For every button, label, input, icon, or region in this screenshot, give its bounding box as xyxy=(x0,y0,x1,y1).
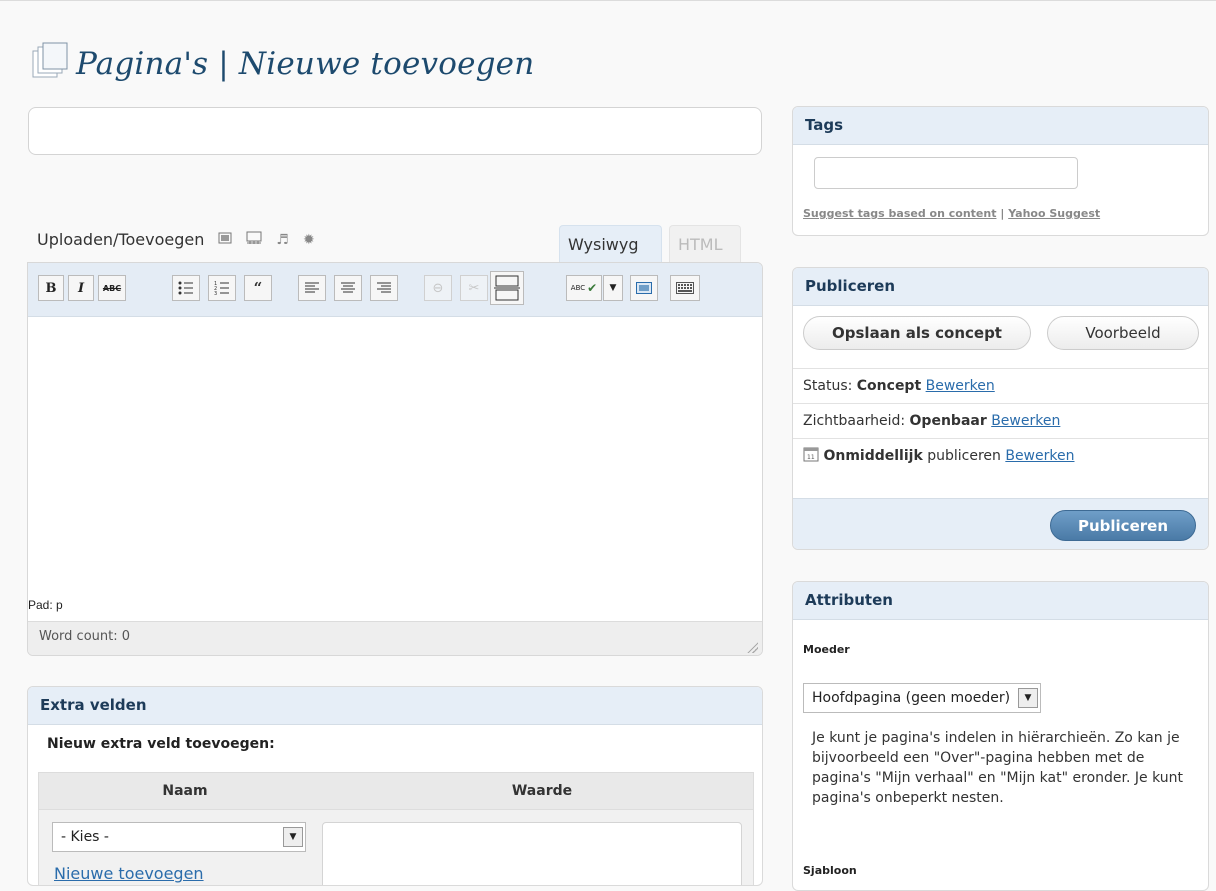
visibility-value: Openbaar xyxy=(909,413,987,429)
parent-select-value: Hoofdpagina (geen moeder) xyxy=(812,690,1011,706)
tag-links-separator: | xyxy=(1000,207,1005,220)
media-buttons: Uploaden/Toevoegen ♬ ✹ xyxy=(37,230,315,249)
tab-wysiwyg[interactable]: Wysiwyg xyxy=(559,225,662,263)
link-icon: ⊖ xyxy=(432,280,444,296)
align-right-button[interactable] xyxy=(370,275,398,301)
insert-link-button[interactable]: ⊖ xyxy=(424,275,452,301)
align-center-icon xyxy=(341,282,355,293)
align-center-button[interactable] xyxy=(334,275,362,301)
numbered-list-icon: 123 xyxy=(214,281,229,295)
field-name-select-value: - Kies - xyxy=(61,829,109,845)
edit-schedule-link[interactable]: Bewerken xyxy=(1005,448,1074,464)
attributes-title: Attributen xyxy=(793,582,1208,620)
upload-insert-label: Uploaden/Toevoegen xyxy=(37,230,205,249)
align-left-icon xyxy=(305,282,319,293)
schedule-row: 11 Onmiddellijk publiceren Bewerken xyxy=(793,438,1208,472)
page-title: Pagina's | Nieuwe toevoegen xyxy=(76,46,535,82)
bullet-list-button[interactable] xyxy=(172,275,200,301)
numbered-list-button[interactable]: 123 xyxy=(208,275,236,301)
fullscreen-icon xyxy=(636,282,652,294)
unlink-icon: ✂ xyxy=(468,280,480,296)
visibility-row: Zichtbaarheid: Openbaar Bewerken xyxy=(793,403,1208,437)
calendar-icon: 11 xyxy=(803,441,819,475)
status-label: Status: xyxy=(803,378,853,394)
top-divider xyxy=(0,0,1216,1)
attributes-box: Attributen Moeder Hoofdpagina (geen moed… xyxy=(792,581,1209,891)
unlink-button[interactable]: ✂ xyxy=(460,275,488,301)
resize-grip-icon[interactable] xyxy=(746,641,758,653)
editor-toolbar: B I ABC 123 “ ⊖ ✂ ABC ✔ ▼ xyxy=(28,263,762,317)
publish-footer: Publiceren xyxy=(793,498,1208,549)
tags-input[interactable] xyxy=(814,157,1078,189)
add-video-icon[interactable] xyxy=(246,231,262,249)
title-input[interactable] xyxy=(28,107,762,155)
status-row: Status: Concept Bewerken xyxy=(793,368,1208,402)
parent-label: Moeder xyxy=(803,643,850,656)
more-tag-icon xyxy=(494,275,520,301)
align-right-icon xyxy=(377,282,391,293)
suggest-tags-link[interactable]: Suggest tags based on content xyxy=(803,207,996,220)
spellcheck-button[interactable]: ABC ✔ xyxy=(566,275,602,301)
template-label: Sjabloon xyxy=(803,864,857,877)
kitchen-sink-icon xyxy=(676,282,694,294)
blockquote-button[interactable]: “ xyxy=(244,275,272,301)
tags-box: Tags Suggest tags based on content | Yah… xyxy=(792,106,1209,236)
word-count: Word count: 0 xyxy=(39,629,131,644)
fullscreen-button[interactable] xyxy=(630,275,658,301)
save-draft-button[interactable]: Opslaan als concept xyxy=(803,316,1031,350)
tags-title: Tags xyxy=(793,107,1208,145)
visibility-label: Zichtbaarheid: xyxy=(803,413,906,429)
parent-select[interactable]: Hoofdpagina (geen moeder) ▼ xyxy=(803,683,1041,713)
chevron-down-icon: ▼ xyxy=(1018,688,1038,708)
schedule-value: Onmiddellijk xyxy=(823,448,923,464)
status-value: Concept xyxy=(856,378,922,394)
publish-box: Publiceren Opslaan als concept Voorbeeld… xyxy=(792,267,1209,550)
add-media-icon[interactable]: ✹ xyxy=(303,232,315,248)
bullet-list-icon xyxy=(178,281,193,295)
page-header: Pagina's | Nieuwe toevoegen xyxy=(30,34,534,94)
editor-path: Pad: p xyxy=(28,598,63,612)
pages-icon xyxy=(30,42,70,86)
publish-button[interactable]: Publiceren xyxy=(1050,510,1196,541)
preview-button[interactable]: Voorbeeld xyxy=(1047,316,1199,350)
svg-text:11: 11 xyxy=(807,454,815,461)
field-value-textarea[interactable] xyxy=(322,822,742,885)
kitchen-sink-button[interactable] xyxy=(670,275,700,301)
publish-title: Publiceren xyxy=(793,268,1208,306)
chevron-down-icon: ▼ xyxy=(609,283,617,293)
quote-icon: “ xyxy=(253,279,263,297)
bold-button[interactable]: B xyxy=(38,275,64,301)
italic-button[interactable]: I xyxy=(68,275,94,301)
spellcheck-dropdown[interactable]: ▼ xyxy=(603,275,623,301)
col-value-header: Waarde xyxy=(511,783,573,799)
strikethrough-button[interactable]: ABC xyxy=(98,275,126,301)
schedule-suffix: publiceren xyxy=(927,448,1001,464)
custom-fields-box: Extra velden Nieuw extra veld toevoegen:… xyxy=(27,686,763,886)
col-name-header: Naam xyxy=(162,783,208,799)
custom-fields-table: Naam Waarde - Kies - ▼ Nieuwe toevoegen xyxy=(38,772,754,885)
custom-fields-title: Extra velden xyxy=(28,687,762,725)
custom-fields-header: Naam Waarde xyxy=(39,773,753,810)
custom-fields-subtitle: Nieuw extra veld toevoegen: xyxy=(47,736,275,752)
edit-status-link[interactable]: Bewerken xyxy=(926,378,995,394)
align-left-button[interactable] xyxy=(298,275,326,301)
content-editor: B I ABC 123 “ ⊖ ✂ ABC ✔ ▼ Pad: p Word co… xyxy=(27,262,763,656)
yahoo-suggest-link[interactable]: Yahoo Suggest xyxy=(1008,207,1100,220)
parent-description: Je kunt je pagina's indelen in hiërarchi… xyxy=(812,730,1183,806)
tag-suggest-links: Suggest tags based on content | Yahoo Su… xyxy=(803,207,1100,220)
word-count-bar: Word count: 0 xyxy=(28,621,762,655)
editor-content-area[interactable] xyxy=(28,317,762,589)
insert-more-button[interactable] xyxy=(490,271,524,305)
tab-html[interactable]: HTML xyxy=(669,225,741,263)
field-name-select[interactable]: - Kies - ▼ xyxy=(52,822,306,852)
spellcheck-icon: ABC ✔ xyxy=(570,281,598,295)
chevron-down-icon: ▼ xyxy=(283,827,303,847)
svg-text:3: 3 xyxy=(214,291,217,295)
add-new-field-link[interactable]: Nieuwe toevoegen xyxy=(54,864,204,883)
add-image-icon[interactable] xyxy=(218,232,232,248)
edit-visibility-link[interactable]: Bewerken xyxy=(991,413,1060,429)
add-audio-icon[interactable]: ♬ xyxy=(276,232,289,248)
